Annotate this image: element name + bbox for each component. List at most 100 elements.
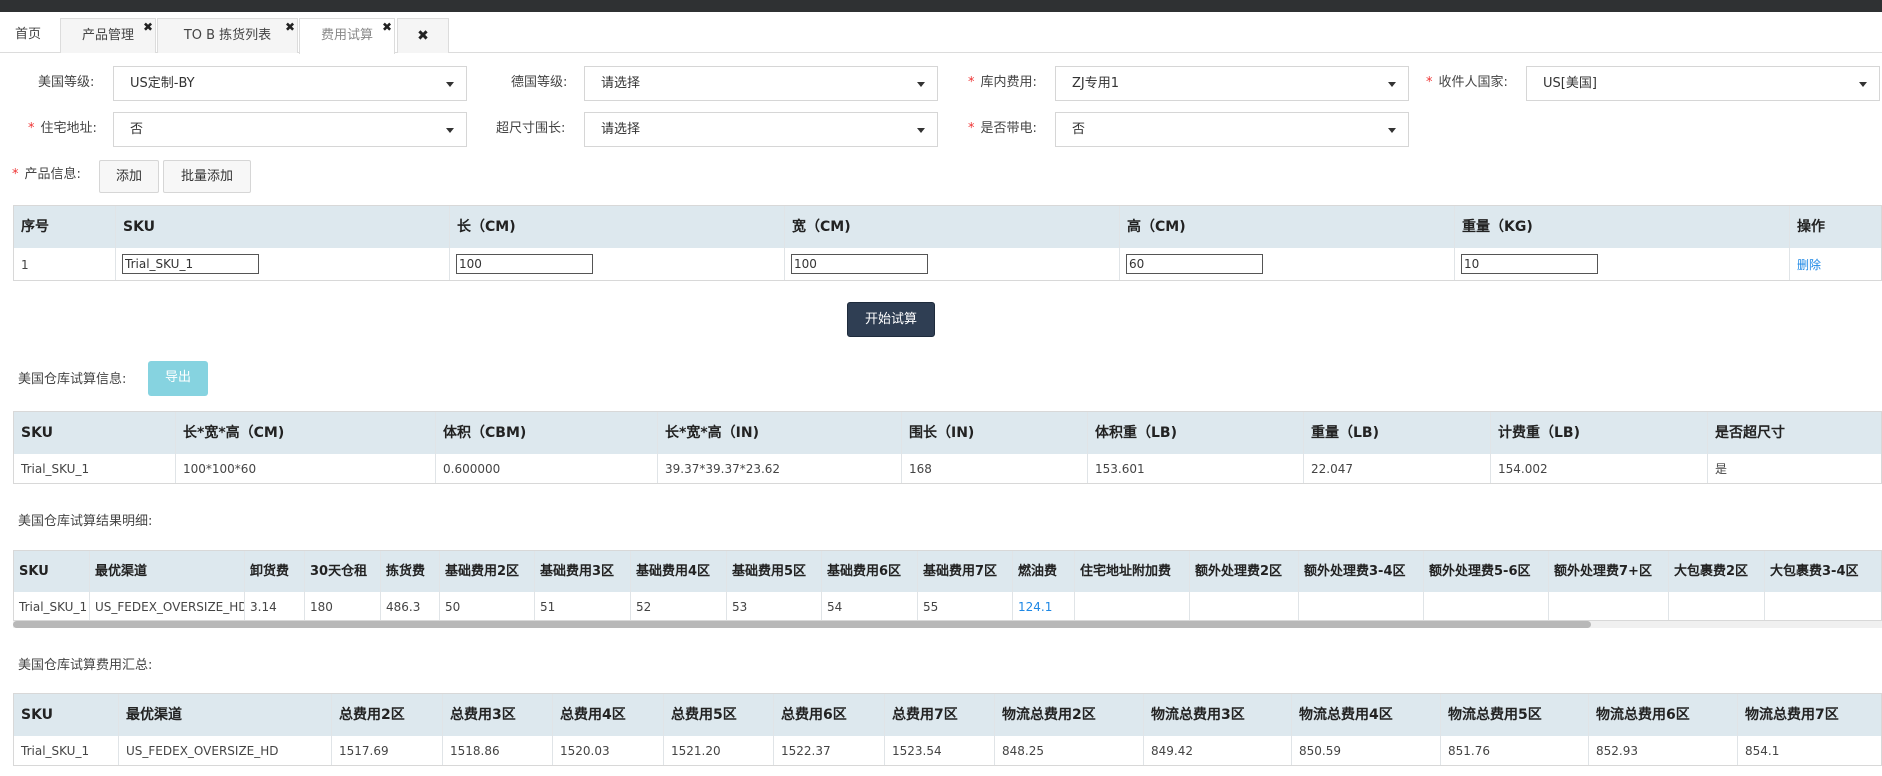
column-header: 体积重（LB) [1088, 412, 1304, 454]
close-icon[interactable]: ✖ [285, 10, 295, 44]
column-header: 物流总费用7区 [1745, 707, 1839, 723]
battery-select[interactable]: 否 [1055, 112, 1409, 147]
required-mark: * [968, 75, 975, 90]
tab-home[interactable]: 首页 [0, 18, 56, 53]
start-trial-button[interactable]: 开始试算 [847, 302, 935, 337]
table-cell: 852.93 [1589, 736, 1738, 765]
us-level-select[interactable]: US定制-BY [113, 66, 467, 101]
weight-input[interactable] [1461, 254, 1598, 274]
column-header: 额外处理费2区 [1190, 551, 1299, 592]
delete-link[interactable]: 删除 [1797, 258, 1821, 272]
sku-input[interactable] [122, 254, 259, 274]
tab-bar: 首页 产品管理 ✖ TO B 拣货列表 ✖ 费用试算 ✖ ✖ [0, 12, 1882, 54]
chevron-down-icon [917, 128, 925, 133]
column-header: 计费重（LB) [1491, 412, 1708, 454]
us-level-label: 美国等级: [38, 75, 95, 90]
product-table: 序号 SKU 长（CM) 宽（CM) 高（CM) 重量（KG) 操作 1 删除 [13, 205, 1882, 281]
us-level-value: US定制-BY [130, 76, 195, 91]
column-header: 大包裹费3-4区 [1770, 564, 1859, 579]
country-select[interactable]: US[美国] [1526, 66, 1880, 101]
table-cell: 53 [727, 592, 822, 620]
residential-label: * 住宅地址: [28, 121, 97, 136]
scrollbar-thumb[interactable] [13, 621, 1591, 628]
table-header: SKU 最优渠道 卸货费 30天仓租 拣货费 基础费用2区 基础费用3区 基础费… [14, 551, 1881, 592]
column-header: 大包裹费2区 [1669, 551, 1765, 592]
residential-value: 否 [130, 122, 144, 137]
table-row: Trial_SKU_1 100*100*60 0.600000 39.37*39… [14, 454, 1881, 483]
row-index: 1 [14, 248, 116, 280]
fuel-fee-link[interactable]: 124.1 [1018, 600, 1052, 614]
column-header: 高（CM) [1120, 206, 1455, 248]
table-row: Trial_SKU_1 US_FEDEX_OVERSIZE_HD 1517.69… [14, 736, 1881, 765]
column-header: 基础费用4区 [631, 551, 727, 592]
column-header: 重量（KG) [1455, 206, 1790, 248]
table-cell: 52 [631, 592, 727, 620]
tab-label: TO B 拣货列表 [183, 28, 272, 43]
table-cell: 848.25 [995, 736, 1144, 765]
tab-product-management[interactable]: 产品管理 ✖ [60, 18, 156, 53]
length-input[interactable] [456, 254, 593, 274]
column-header: 卸货费 [245, 551, 305, 592]
oversize-select[interactable]: 请选择 [584, 112, 938, 147]
chevron-down-icon [446, 82, 454, 87]
close-icon[interactable]: ✖ [143, 10, 153, 44]
column-header: 燃油费 [1013, 551, 1075, 592]
close-icon[interactable]: ✖ [382, 10, 392, 44]
export-button[interactable]: 导出 [148, 361, 208, 396]
de-level-select[interactable]: 请选择 [584, 66, 938, 101]
column-header: 拣货费 [381, 551, 440, 592]
column-header: 基础费用5区 [727, 551, 822, 592]
us-detail-table: SKU 最优渠道 卸货费 30天仓租 拣货费 基础费用2区 基础费用3区 基础费… [13, 550, 1882, 621]
table-cell: Trial_SKU_1 [14, 736, 119, 765]
column-header: 最优渠道 [90, 551, 245, 592]
height-input[interactable] [1126, 254, 1263, 274]
horizontal-scrollbar[interactable] [13, 621, 1882, 628]
required-mark: * [968, 121, 975, 136]
table-cell [1549, 592, 1669, 620]
tab-tob-picking-list[interactable]: TO B 拣货列表 ✖ [157, 18, 298, 53]
chevron-down-icon [446, 128, 454, 133]
table-cell: 1518.86 [443, 736, 553, 765]
column-header: 是否超尺寸 [1715, 425, 1785, 441]
column-header: 基础费用6区 [822, 551, 918, 592]
tab-fee-trial[interactable]: 费用试算 ✖ [299, 18, 395, 54]
column-header: 总费用6区 [774, 694, 885, 736]
us-summary-title: 美国仓库试算费用汇总: [18, 658, 153, 673]
column-header: SKU [14, 551, 90, 592]
column-header: 基础费用7区 [918, 551, 1013, 592]
battery-label: * 是否带电: [968, 121, 1037, 136]
table-cell: 3.14 [245, 592, 305, 620]
column-header: 总费用4区 [553, 694, 664, 736]
column-header: 体积（CBM) [436, 412, 658, 454]
residential-select[interactable]: 否 [113, 112, 467, 147]
table-cell: 1520.03 [553, 736, 664, 765]
close-all-tabs-button[interactable]: ✖ [397, 18, 449, 53]
warehouse-fee-label: * 库内费用: [968, 75, 1037, 90]
action-cell: 删除 [1790, 248, 1881, 280]
table-cell [1765, 592, 1881, 620]
column-header: 总费用5区 [664, 694, 774, 736]
width-input[interactable] [791, 254, 928, 274]
table-cell: 1522.37 [774, 736, 885, 765]
table-cell: 850.59 [1292, 736, 1441, 765]
fuel-fee-cell: 124.1 [1013, 592, 1075, 620]
batch-add-button[interactable]: 批量添加 [163, 160, 251, 193]
table-cell: 180 [305, 592, 381, 620]
chevron-down-icon [1859, 82, 1867, 87]
chevron-down-icon [917, 82, 925, 87]
country-value: US[美国] [1543, 76, 1597, 91]
add-button[interactable]: 添加 [99, 160, 159, 193]
table-header: SKU 长*宽*高（CM) 体积（CBM) 长*宽*高（IN) 围长（IN) 体… [14, 412, 1881, 454]
column-header: 30天仓租 [305, 551, 381, 592]
column-header: 物流总费用6区 [1589, 694, 1738, 736]
table-cell [1299, 592, 1424, 620]
de-level-value: 请选择 [601, 76, 641, 91]
column-header: 住宅地址附加费 [1075, 551, 1190, 592]
table-cell: 0.600000 [436, 454, 658, 483]
warehouse-fee-select[interactable]: ZJ专用1 [1055, 66, 1409, 101]
required-mark: * [28, 121, 35, 136]
table-cell: 168 [902, 454, 1088, 483]
column-header: 长（CM) [450, 206, 785, 248]
required-mark: * [12, 167, 19, 182]
table-row: Trial_SKU_1 US_FEDEX_OVERSIZE_HD 3.14 18… [14, 592, 1881, 620]
